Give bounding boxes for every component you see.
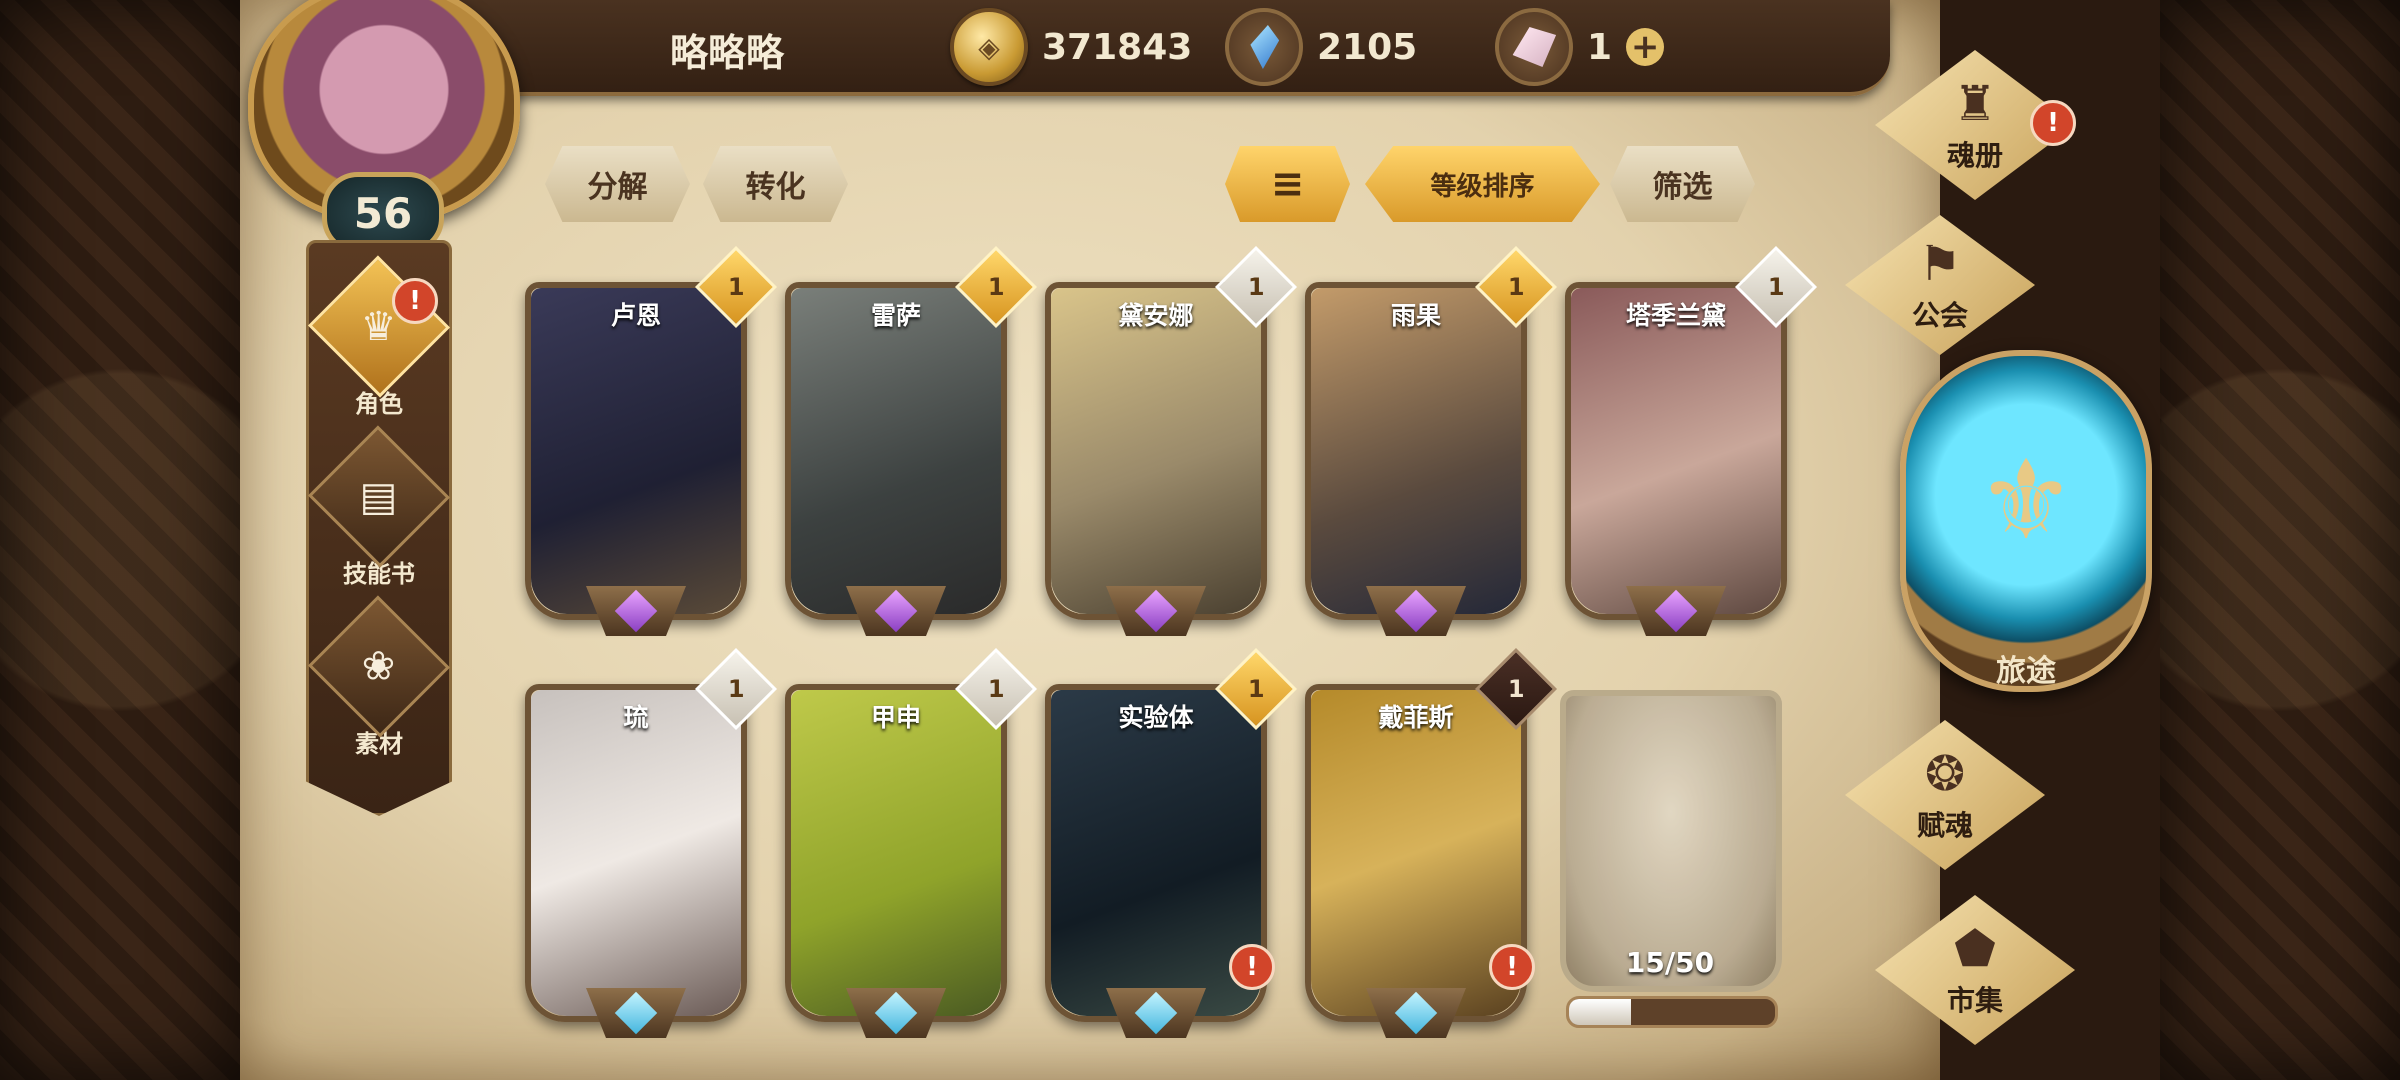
character-card[interactable]: 雨果 1 [1305,245,1558,636]
gold-currency: ◈ 371843 [950,8,1192,86]
soul-book-icon: ♜ [1953,76,1997,132]
pink-crystal-amount: 1 [1587,26,1613,68]
convert-button[interactable]: 转化 [703,146,848,222]
star-level-value: 1 [987,272,1005,301]
roster-count: 15/50 [1625,946,1715,979]
character-portrait [1051,288,1261,614]
menu-item-material[interactable]: ❀ 素材 [307,595,451,759]
gold-coin-icon: ◈ [950,8,1028,86]
market-label: 市集 [1946,984,2003,1017]
character-card[interactable]: 黛安娜 1 [1045,245,1298,636]
rank-gem-icon [874,589,918,633]
blue-crystal-amount: 2105 [1317,26,1418,68]
star-level-value: 1 [1247,272,1265,301]
character-portrait [1311,288,1521,614]
character-icon: ♛ [307,255,451,398]
pink-crystal-currency: 1 + [1495,8,1665,86]
character-card[interactable]: 实验体 1! [1045,647,1298,1038]
guild-label: 公会 [1911,299,1968,332]
character-card[interactable]: 雷萨 1 [785,245,1038,636]
character-portrait [791,288,1001,614]
rank-gem-icon [1394,589,1438,633]
endow-soul-label: 赋魂 [1916,809,1973,842]
character-portrait [1571,288,1781,614]
decompose-button[interactable]: 分解 [545,146,690,222]
top-bar: 略略略 ◈ 371843 2105 1 + [420,0,1890,96]
character-alert-icon: ! [392,278,438,324]
rank-gem-icon [874,991,918,1035]
roster-capacity-fill [1569,999,1631,1025]
gold-amount: 371843 [1042,26,1193,68]
right-border-decoration [2160,0,2400,1080]
left-border-decoration [0,0,240,1080]
add-crystal-button[interactable]: + [1626,27,1665,67]
star-level-value: 1 [1767,272,1785,301]
endow-soul-icon: ❂ [1924,746,1966,802]
menu-item-skillbook[interactable]: ▤ 技能书 [307,425,451,589]
character-card[interactable]: 甲申 1 [785,647,1038,1038]
left-category-menu: ♛ 角色 ▤ 技能书 ❀ 素材 [306,240,452,816]
rank-gem-icon [614,991,658,1035]
sort-order-button[interactable]: ≡ [1225,146,1350,222]
journey-emblem-icon: ⚜ [1976,436,2076,564]
player-name: 略略略 [670,31,785,75]
sort-level-button[interactable]: 等级排序 [1365,146,1600,222]
sort-icon: ≡ [1270,161,1305,207]
rank-gem-icon [614,589,658,633]
guild-icon: ⚑ [1918,236,1962,292]
blue-crystal-currency: 2105 [1225,8,1417,86]
skillbook-icon: ▤ [307,425,451,568]
rank-gem-icon [1394,991,1438,1035]
soul-book-alert-icon: ! [2030,100,2076,146]
roster-capacity-bar [1566,996,1778,1028]
character-card[interactable]: 琉1 [525,647,778,1038]
star-level-value: 1 [727,272,745,301]
star-level-value: 1 [727,674,745,703]
journey-button[interactable]: ⚜ 旅途 [1900,350,2152,692]
rank-gem-icon [1134,589,1178,633]
star-level-value: 1 [1507,674,1525,703]
filter-button[interactable]: 筛选 [1610,146,1755,222]
character-card[interactable]: 卢恩 1 [525,245,778,636]
star-level-value: 1 [1507,272,1525,301]
star-level-value: 1 [987,674,1005,703]
character-card[interactable]: 戴菲斯 1! [1305,647,1558,1038]
journey-label: 旅途 [1996,654,2056,689]
card-alert-icon: ! [1489,944,1535,990]
character-card[interactable]: 塔季兰黛 1 [1565,245,1818,636]
rank-gem-icon [1134,991,1178,1035]
blue-crystal-icon [1225,8,1303,86]
star-level-value: 1 [1247,674,1265,703]
character-portrait [531,288,741,614]
card-alert-icon: ! [1229,944,1275,990]
market-icon: ⬟ [1954,921,1996,977]
rank-gem-icon [1654,589,1698,633]
soul-book-label: 魂册 [1946,139,2003,172]
material-icon: ❀ [307,595,451,738]
character-portrait [791,690,1001,1016]
character-portrait [531,690,741,1016]
pink-crystal-icon [1495,8,1573,86]
